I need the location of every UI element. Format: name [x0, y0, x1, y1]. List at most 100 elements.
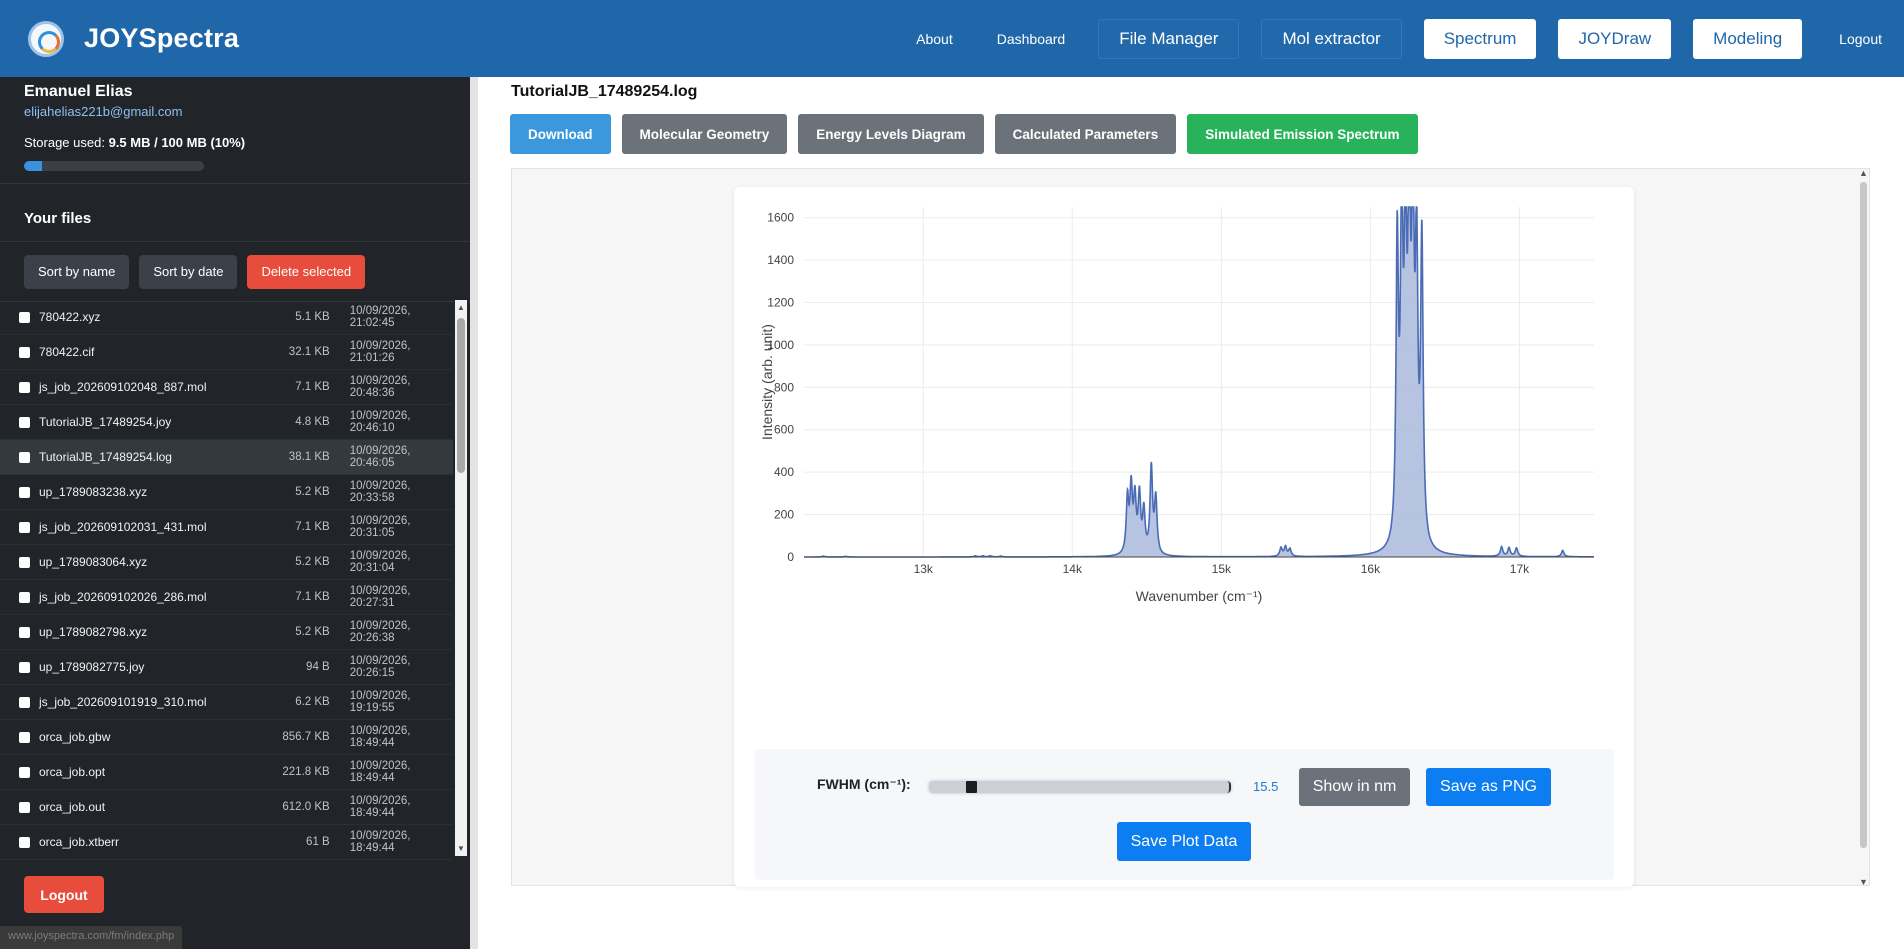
- file-name[interactable]: up_1789082775.joy: [39, 660, 239, 674]
- file-row[interactable]: js_job_202609102048_887.mol 7.1 KB 10/09/2…: [0, 370, 453, 405]
- file-row[interactable]: TutorialJB_17489254.joy 4.8 KB 10/09/2026,…: [0, 405, 453, 440]
- simulated-emission-button[interactable]: Simulated Emission Spectrum: [1187, 114, 1418, 154]
- brand[interactable]: JOYSpectra: [28, 20, 239, 57]
- file-row[interactable]: up_1789082798.xyz 5.2 KB 10/09/2026, 20:26…: [0, 615, 453, 650]
- energy-levels-button[interactable]: Energy Levels Diagram: [798, 114, 984, 154]
- save-plot-data-button[interactable]: Save Plot Data: [1117, 822, 1251, 861]
- file-row[interactable]: orca_job.out 612.0 KB 10/09/2026, 18:49:44: [0, 790, 453, 825]
- content-scroll-thumb[interactable]: [1860, 182, 1867, 848]
- file-row[interactable]: orca_job.gbw 856.7 KB 10/09/2026, 18:49:44: [0, 720, 453, 755]
- file-checkbox[interactable]: [19, 381, 30, 393]
- scroll-down-icon[interactable]: ▼: [457, 844, 465, 853]
- file-date: 10/09/2026, 20:33:58: [349, 480, 411, 504]
- delete-selected-button[interactable]: Delete selected: [247, 254, 366, 289]
- file-date: 10/09/2026, 20:46:05: [349, 445, 411, 469]
- file-name[interactable]: js_job_202609101919_310.mol: [39, 695, 239, 709]
- file-checkbox[interactable]: [19, 661, 30, 673]
- file-checkbox[interactable]: [19, 451, 30, 463]
- file-row[interactable]: orca_job.xtberr 61 B 10/09/2026, 18:49:44: [0, 825, 453, 860]
- file-name[interactable]: 780422.xyz: [39, 310, 239, 324]
- file-name[interactable]: orca_job.gbw: [39, 730, 239, 744]
- file-row[interactable]: up_1789083064.xyz 5.2 KB 10/09/2026, 20:31…: [0, 545, 453, 580]
- user-info: Emanuel Elias elijahelias221b@gmail.com …: [0, 77, 470, 184]
- nav-spectrum[interactable]: Spectrum: [1423, 18, 1537, 59]
- x-tick-label: 15k: [1212, 562, 1232, 576]
- molecular-geometry-button[interactable]: Molecular Geometry: [621, 114, 788, 154]
- file-row[interactable]: 780422.cif 32.1 KB 10/09/2026, 21:01:26: [0, 335, 453, 370]
- file-row[interactable]: up_1789083238.xyz 5.2 KB 10/09/2026, 20:33…: [0, 475, 453, 510]
- top-navbar: JOYSpectra About Dashboard File Manager …: [0, 0, 1904, 77]
- file-checkbox[interactable]: [19, 556, 30, 568]
- file-checkbox[interactable]: [19, 486, 30, 498]
- file-size: 38.1 KB: [288, 451, 330, 463]
- file-size: 5.2 KB: [295, 486, 330, 498]
- nav-modeling[interactable]: Modeling: [1693, 18, 1803, 59]
- show-in-nm-button[interactable]: Show in nm: [1299, 768, 1410, 806]
- file-name[interactable]: up_1789082798.xyz: [39, 625, 239, 639]
- sidebar-logout-button[interactable]: Logout: [24, 876, 104, 913]
- content-scroll-down-icon[interactable]: ▼: [1859, 877, 1868, 887]
- file-name[interactable]: js_job_202609102026_286.mol: [39, 590, 239, 604]
- file-row[interactable]: js_job_202609102031_431.mol 7.1 KB 10/09/2…: [0, 510, 453, 545]
- file-checkbox[interactable]: [19, 731, 30, 743]
- file-row[interactable]: js_job_202609101919_310.mol 6.2 KB 10/09/2…: [0, 685, 453, 720]
- file-size: 856.7 KB: [282, 731, 330, 743]
- sort-by-date-button[interactable]: Sort by date: [139, 254, 238, 289]
- file-checkbox[interactable]: [19, 766, 30, 778]
- file-name[interactable]: TutorialJB_17489254.log: [39, 450, 239, 464]
- file-row[interactable]: 780422.xyz 5.1 KB 10/09/2026, 21:02:45: [0, 300, 453, 335]
- nav-mol-extractor[interactable]: Mol extractor: [1261, 18, 1402, 59]
- y-axis-title: Intensity (arb. unit): [759, 324, 775, 440]
- file-date: 10/09/2026, 20:46:10: [349, 410, 411, 434]
- file-checkbox[interactable]: [19, 416, 30, 428]
- x-tick-label: 17k: [1510, 562, 1530, 576]
- emission-spectrum-chart[interactable]: 13k 14k 15k 16k 17k0200400600800100012001400…: [734, 187, 1634, 747]
- y-tick-label: 1400: [767, 253, 794, 267]
- file-checkbox[interactable]: [19, 591, 30, 603]
- save-png-button[interactable]: Save as PNG: [1426, 768, 1551, 806]
- file-size: 221.8 KB: [282, 766, 330, 778]
- file-row[interactable]: up_1789082775.joy 94 B 10/09/2026, 20:26:1…: [0, 650, 453, 685]
- nav-logout[interactable]: Logout: [1839, 31, 1882, 47]
- file-name[interactable]: js_job_202609102031_431.mol: [39, 520, 239, 534]
- content-scroll-up-icon[interactable]: ▲: [1859, 168, 1868, 178]
- file-row[interactable]: js_job_202609102026_286.mol 7.1 KB 10/09/2…: [0, 580, 453, 615]
- file-checkbox[interactable]: [19, 311, 30, 323]
- file-date: 10/09/2026, 19:19:55: [349, 690, 411, 714]
- file-row[interactable]: TutorialJB_17489254.log 38.1 KB 10/09/2026…: [0, 440, 453, 475]
- file-checkbox[interactable]: [19, 626, 30, 638]
- download-button[interactable]: Download: [510, 114, 611, 154]
- file-date: 10/09/2026, 20:48:36: [349, 375, 411, 399]
- file-checkbox[interactable]: [19, 521, 30, 533]
- file-name[interactable]: 780422.cif: [39, 345, 239, 359]
- file-checkbox[interactable]: [19, 346, 30, 358]
- calculated-parameters-button[interactable]: Calculated Parameters: [994, 114, 1177, 154]
- nav-about[interactable]: About: [916, 31, 953, 47]
- file-name[interactable]: js_job_202609102048_887.mol: [39, 380, 239, 394]
- content-scrollbar[interactable]: ▲ ▼: [1858, 168, 1869, 887]
- nav-joydraw[interactable]: JOYDraw: [1558, 18, 1672, 59]
- scroll-up-icon[interactable]: ▲: [457, 303, 465, 312]
- x-axis-title: Wavenumber (cm⁻¹): [1136, 588, 1263, 604]
- file-date: 10/09/2026, 18:49:44: [349, 830, 411, 854]
- file-list-scrollbar[interactable]: ▲ ▼: [455, 300, 467, 856]
- x-tick-label: 13k: [914, 562, 934, 576]
- file-name[interactable]: orca_job.xtberr: [39, 835, 239, 849]
- file-size: 6.2 KB: [295, 696, 330, 708]
- file-name[interactable]: orca_job.out: [39, 800, 239, 814]
- file-name[interactable]: up_1789083064.xyz: [39, 555, 239, 569]
- file-checkbox[interactable]: [19, 801, 30, 813]
- file-name[interactable]: up_1789083238.xyz: [39, 485, 239, 499]
- nav-dashboard[interactable]: Dashboard: [997, 31, 1066, 47]
- sort-by-name-button[interactable]: Sort by name: [24, 254, 130, 289]
- file-row[interactable]: orca_job.opt 221.8 KB 10/09/2026, 18:49:44: [0, 755, 453, 790]
- file-checkbox[interactable]: [19, 696, 30, 708]
- file-name[interactable]: orca_job.opt: [39, 765, 239, 779]
- file-list-scroll-thumb[interactable]: [457, 318, 465, 473]
- file-name[interactable]: TutorialJB_17489254.joy: [39, 415, 239, 429]
- logo-icon: [28, 20, 64, 57]
- nav-file-manager[interactable]: File Manager: [1098, 18, 1240, 59]
- y-tick-label: 600: [774, 423, 794, 437]
- fwhm-slider-thumb[interactable]: [966, 781, 978, 793]
- file-checkbox[interactable]: [19, 836, 30, 848]
